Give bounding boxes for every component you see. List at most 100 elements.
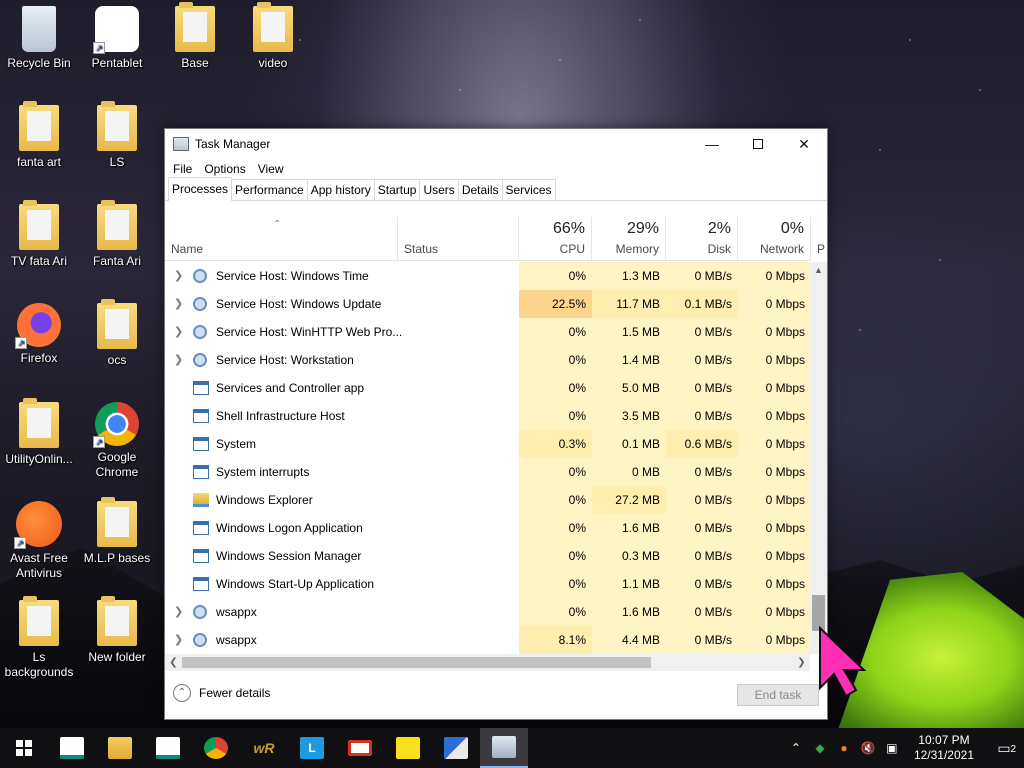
desktop-icon[interactable]: ocs (78, 299, 156, 368)
table-row[interactable]: ❯ Service Host: Windows Update 22.5% 11.7 M… (165, 290, 810, 318)
desktop-icon[interactable]: M.L.P bases (78, 497, 156, 566)
tab-app-history[interactable]: App history (306, 179, 375, 200)
maximize-button[interactable] (735, 129, 781, 159)
taskbar-chrome[interactable] (192, 728, 240, 768)
desktop-icon[interactable]: LS (78, 101, 156, 170)
process-window-icon (193, 577, 209, 591)
desktop-icon-label: Recycle Bin (7, 56, 71, 70)
expand-chevron-icon[interactable]: ❯ (174, 346, 183, 374)
desktop-icon[interactable]: ↗ Google Chrome (78, 402, 156, 480)
desktop-icon[interactable]: video (234, 2, 312, 71)
horizontal-scroll-thumb[interactable] (182, 657, 651, 668)
desktop-icon[interactable]: Recycle Bin (0, 6, 78, 71)
process-disk-value: 0 MB/s (666, 458, 738, 486)
process-cpu-value: 22.5% (519, 290, 592, 318)
clock[interactable]: 10:07 PM 12/31/2021 (904, 733, 984, 763)
desktop-icon[interactable]: Base (156, 2, 234, 71)
process-network-value: 0 Mbps (738, 514, 810, 542)
taskbar-sticky-notes[interactable] (384, 728, 432, 768)
table-row[interactable]: Windows Start-Up Application 0% 1.1 MB 0 MB… (165, 570, 810, 598)
tab-performance[interactable]: Performance (231, 179, 308, 200)
column-network[interactable]: 0% Network (738, 217, 811, 261)
file-explorer-icon (108, 737, 132, 759)
tab-startup[interactable]: Startup (373, 179, 421, 200)
menu-file[interactable]: File (167, 162, 198, 176)
expand-chevron-icon[interactable]: ❯ (174, 290, 183, 318)
minimize-button[interactable]: — (689, 129, 735, 159)
tab-services[interactable]: Services (501, 179, 556, 200)
desktop-icon[interactable]: fanta art (0, 101, 78, 170)
network-icon[interactable]: ▣ (880, 741, 904, 755)
desktop-icon-label: M.L.P bases (83, 551, 151, 565)
desktop-icon[interactable]: TV fata Ari (0, 200, 78, 269)
taskbar-translator[interactable] (432, 728, 480, 768)
menu-view[interactable]: View (252, 162, 290, 176)
table-row[interactable]: ❯ wsappx 0% 1.6 MB 0 MB/s 0 Mbps (165, 598, 810, 626)
expand-chevron-icon[interactable]: ❯ (174, 626, 183, 654)
table-row[interactable]: Services and Controller app 0% 5.0 MB 0 MB/… (165, 374, 810, 402)
desktop-icon[interactable]: ↗ Firefox (0, 303, 78, 366)
column-status[interactable]: Status (398, 217, 519, 261)
column-memory[interactable]: 29% Memory (592, 217, 666, 261)
desktop-icon-label: UtilityOnlin... (5, 452, 73, 466)
avast-icon: ↗ (14, 501, 62, 549)
chevron-up-icon[interactable]: ⌃ (784, 741, 808, 755)
end-task-button[interactable]: End task (737, 684, 819, 706)
task-manager-icon (173, 137, 189, 151)
vertical-scrollbar[interactable]: ▲ (810, 262, 827, 654)
desktop-icon[interactable]: Ls backgrounds (0, 596, 78, 680)
taskbar-task-manager[interactable] (480, 728, 528, 768)
column-power[interactable]: P (811, 217, 831, 261)
tab-details[interactable]: Details (457, 179, 503, 200)
table-row[interactable]: Shell Infrastructure Host 0% 3.5 MB 0 MB/s 0… (165, 402, 810, 430)
process-window-icon (193, 409, 209, 423)
desktop-icon-label: Pentablet (91, 56, 143, 70)
sticky-notes-icon (396, 737, 420, 759)
process-memory-value: 0.1 MB (592, 430, 666, 458)
table-row[interactable]: System 0.3% 0.1 MB 0.6 MB/s 0 Mbps (165, 430, 810, 458)
table-row[interactable]: Windows Explorer 0% 27.2 MB 0 MB/s 0 Mbps (165, 486, 810, 514)
expand-chevron-icon[interactable]: ❯ (174, 598, 183, 626)
scroll-up-icon[interactable]: ▲ (810, 262, 827, 279)
tab-processes[interactable]: Processes (168, 177, 233, 201)
expand-chevron-icon[interactable]: ❯ (174, 318, 183, 346)
volume-muted-icon[interactable]: 🔇 (856, 741, 880, 755)
desktop-icon[interactable]: New folder (78, 596, 156, 665)
desktop-icon[interactable]: UtilityOnlin... (0, 398, 78, 467)
table-row[interactable]: ❯ wsappx 8.1% 4.4 MB 0 MB/s 0 Mbps (165, 626, 810, 654)
close-button[interactable]: ✕ (781, 129, 827, 159)
process-disk-value: 0 MB/s (666, 486, 738, 514)
table-row[interactable]: ❯ Service Host: Workstation 0% 1.4 MB 0 MB/s… (165, 346, 810, 374)
table-row[interactable]: ❯ Service Host: Windows Time 0% 1.3 MB 0 MB/… (165, 262, 810, 290)
title-bar[interactable]: Task Manager — ✕ (165, 129, 827, 159)
table-row[interactable]: Windows Logon Application 0% 1.6 MB 0 MB/s 0… (165, 514, 810, 542)
column-disk[interactable]: 2% Disk (666, 217, 738, 261)
desktop-icon-label: Ls backgrounds (4, 650, 74, 679)
desktop-icon[interactable]: ↗ Pentablet (78, 6, 156, 71)
menu-options[interactable]: Options (198, 162, 251, 176)
taskbar-wr-app[interactable]: wR (240, 728, 288, 768)
taskbar-l-app[interactable]: L (288, 728, 336, 768)
avast-tray-icon[interactable]: ● (832, 741, 856, 755)
desktop-icon[interactable]: ↗ Avast Free Antivirus (0, 501, 78, 581)
taskbar-gmail[interactable] (336, 728, 384, 768)
notification-center-button[interactable]: ▭ 2 (984, 740, 1024, 757)
security-shield-icon[interactable]: ◆ (808, 741, 832, 755)
start-button[interactable] (0, 728, 48, 768)
process-network-value: 0 Mbps (738, 430, 810, 458)
column-cpu[interactable]: 66% CPU (519, 217, 592, 261)
taskbar-file-explorer[interactable] (96, 728, 144, 768)
table-row[interactable]: Windows Session Manager 0% 0.3 MB 0 MB/s 0 M… (165, 542, 810, 570)
process-disk-value: 0 MB/s (666, 374, 738, 402)
process-list: ❯ Service Host: Windows Time 0% 1.3 MB 0 MB/… (165, 262, 810, 654)
desktop-icon[interactable]: Fanta Ari (78, 200, 156, 269)
tab-users[interactable]: Users (419, 179, 459, 200)
expand-chevron-icon[interactable]: ❯ (174, 262, 183, 290)
process-cpu-value: 0% (519, 402, 592, 430)
taskbar-ca-app[interactable] (48, 728, 96, 768)
table-row[interactable]: System interrupts 0% 0 MB 0 MB/s 0 Mbps (165, 458, 810, 486)
column-name[interactable]: ⌃ Name (165, 217, 398, 261)
table-row[interactable]: ❯ Service Host: WinHTTP Web Pro... 0% 1.5 M… (165, 318, 810, 346)
taskbar-ca-app-2[interactable] (144, 728, 192, 768)
fewer-details-button[interactable]: ⌃ Fewer details (173, 684, 270, 702)
